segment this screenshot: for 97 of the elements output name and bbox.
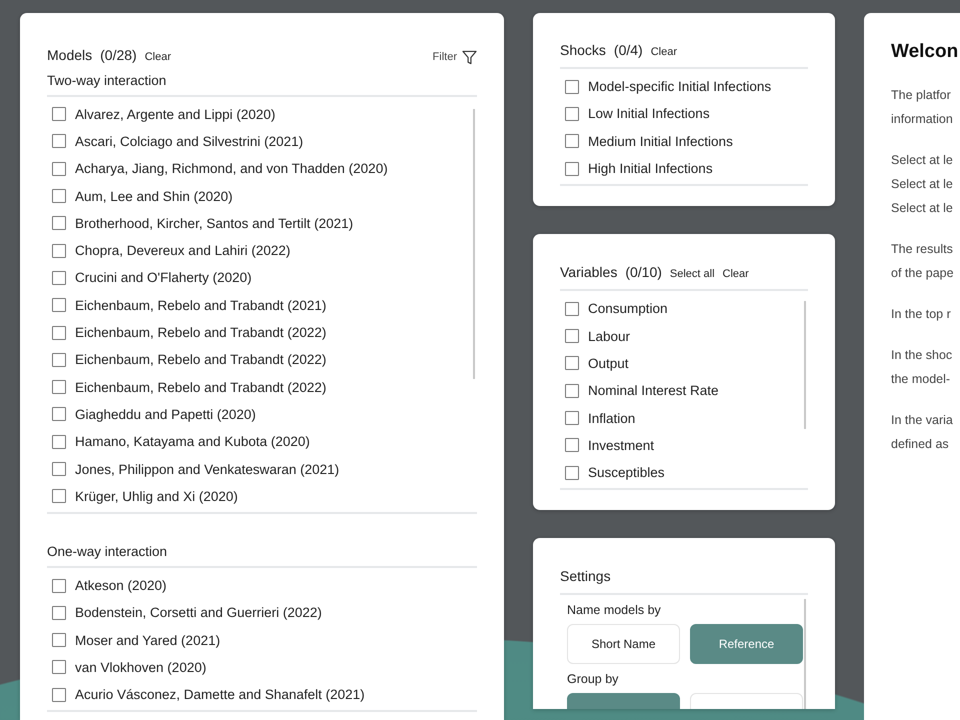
checkbox-item[interactable]: Eichenbaum, Rebelo and Trabandt (2022)	[52, 373, 465, 401]
checkbox[interactable]	[52, 162, 66, 176]
checkbox[interactable]	[52, 660, 66, 674]
welcome-text: of the pape	[891, 265, 955, 282]
checkbox-item[interactable]: Medium Initial Infections	[565, 128, 808, 155]
welcome-text: The platfor	[891, 87, 952, 104]
setting-label: Group by	[567, 672, 620, 686]
checkbox[interactable]	[565, 134, 579, 148]
checkbox-item[interactable]: Krüger, Uhlig and Xi (2020)	[52, 482, 465, 510]
checkbox-item[interactable]: Investment	[565, 432, 796, 459]
checkbox[interactable]	[52, 434, 66, 449]
clear-link[interactable]: Clear	[144, 51, 172, 63]
welcome-text: Select at le	[891, 176, 954, 193]
checkbox[interactable]	[52, 462, 66, 476]
checkbox-item[interactable]: Model-specific Initial Infections	[565, 73, 808, 100]
checkbox[interactable]	[52, 107, 66, 122]
shocks-count: (0/4)	[614, 42, 643, 58]
checkbox[interactable]	[52, 578, 66, 593]
welcome-text: In the shoc	[891, 347, 954, 364]
checkbox[interactable]	[565, 356, 579, 370]
checkbox-item[interactable]: Output	[565, 350, 796, 378]
scrollbar[interactable]	[473, 108, 475, 378]
checkbox-item[interactable]: Atkeson (2020)	[52, 572, 477, 600]
checkbox-item[interactable]: Eichenbaum, Rebelo and Trabandt (2022)	[52, 346, 465, 374]
checkbox-item[interactable]: Inflation	[565, 404, 796, 432]
clear-link[interactable]: Clear	[650, 46, 678, 58]
option-button[interactable]: Reference	[690, 624, 803, 664]
checkbox[interactable]	[52, 244, 66, 258]
welcome-text: Select at le	[891, 152, 954, 169]
scrollbar[interactable]	[804, 599, 806, 710]
checkbox[interactable]	[52, 270, 66, 285]
models-title: Models	[47, 47, 92, 63]
checkbox[interactable]	[52, 407, 66, 422]
filter-icon	[462, 50, 477, 64]
checkbox-item[interactable]: High Initial Infections	[565, 154, 808, 182]
checkbox[interactable]	[565, 162, 579, 176]
checkbox[interactable]	[52, 189, 66, 204]
checkbox-item[interactable]: Eichenbaum, Rebelo and Trabandt (2022)	[52, 318, 465, 346]
checkbox-item[interactable]: Susceptibles	[565, 458, 796, 486]
checkbox[interactable]	[565, 466, 579, 480]
checkbox[interactable]	[565, 80, 579, 94]
welcome-text: Select at le	[891, 200, 954, 217]
checkbox-item[interactable]: Brotherhood, Kircher, Santos and Tertilt (2021)	[52, 210, 465, 237]
checkbox[interactable]	[52, 489, 66, 504]
option-button[interactable]: Short Name	[567, 624, 680, 664]
checkbox[interactable]	[52, 688, 66, 702]
setting-label: Name models by	[567, 603, 662, 618]
checkbox[interactable]	[565, 106, 579, 121]
checkbox-item[interactable]: Alvarez, Argente and Lippi (2020)	[52, 100, 465, 128]
welcome-text: defined as	[891, 436, 950, 453]
checkbox[interactable]	[52, 216, 66, 230]
checkbox-item[interactable]: Eichenbaum, Rebelo and Trabandt (2021)	[52, 292, 465, 319]
variables-count: (0/10)	[625, 264, 662, 280]
welcome-text: The results	[891, 241, 954, 258]
welcome-text: In the varia	[891, 412, 954, 429]
models-count: (0/28)	[100, 47, 137, 63]
checkbox-item[interactable]: Bodenstein, Corsetti and Guerrieri (2022)	[52, 599, 477, 627]
checkbox[interactable]	[565, 438, 579, 452]
checkbox[interactable]	[52, 326, 66, 340]
welcome-text: the model-	[891, 371, 952, 388]
checkbox[interactable]	[565, 384, 579, 398]
checkbox[interactable]	[52, 633, 66, 648]
welcome-text: information	[891, 111, 954, 128]
checkbox-item[interactable]: Hamano, Katayama and Kubota (2020)	[52, 428, 465, 456]
checkbox-item[interactable]: Moser and Yared (2021)	[52, 626, 477, 654]
checkbox-item[interactable]: Labour	[565, 322, 796, 350]
welcome-text: In the top r	[891, 306, 952, 323]
checkbox-item[interactable]: van Vlokhoven (2020)	[52, 654, 477, 682]
checkbox[interactable]	[565, 411, 579, 426]
filter-button[interactable]: Filter	[432, 50, 477, 64]
clear-link[interactable]: Clear	[722, 268, 749, 280]
checkbox-item[interactable]: Jones, Philippon and Venkateswaran (2021)	[52, 455, 465, 483]
scrollbar[interactable]	[804, 301, 806, 430]
group-title: Two-way interaction	[47, 64, 477, 96]
select-all-link[interactable]: Select all	[670, 268, 715, 280]
settings-title: Settings	[560, 568, 611, 584]
checkbox-item[interactable]: Aum, Lee and Shin (2020)	[52, 182, 465, 210]
checkbox-item[interactable]: Crucini and O'Flaherty (2020)	[52, 264, 465, 292]
checkbox-item[interactable]: Giagheddu and Papetti (2020)	[52, 400, 465, 428]
shocks-title: Shocks	[560, 42, 606, 58]
checkbox[interactable]	[565, 302, 579, 316]
checkbox-item[interactable]: Nominal Interest Rate	[565, 377, 796, 404]
checkbox-item[interactable]: Low Initial Infections	[565, 100, 808, 128]
checkbox-item[interactable]: Chopra, Devereux and Lahiri (2022)	[52, 236, 465, 264]
checkbox-item[interactable]: Acharya, Jiang, Richmond, and von Thadden (2020)	[52, 155, 465, 182]
checkbox-item[interactable]: Acurio Vásconez, Damette and Shanafelt (2021)	[52, 681, 477, 708]
checkbox[interactable]	[52, 380, 66, 394]
welcome-title: Welcon	[891, 41, 960, 63]
checkbox[interactable]	[52, 352, 66, 367]
checkbox[interactable]	[52, 134, 66, 148]
checkbox[interactable]	[565, 329, 579, 344]
checkbox[interactable]	[52, 606, 66, 620]
checkbox-item[interactable]: Consumption	[565, 295, 796, 322]
checkbox[interactable]	[52, 298, 66, 312]
checkbox-item[interactable]: Ascari, Colciago and Silvestrini (2021)	[52, 128, 465, 156]
group-title: One-way interaction	[47, 536, 477, 568]
variables-title: Variables	[560, 264, 618, 280]
